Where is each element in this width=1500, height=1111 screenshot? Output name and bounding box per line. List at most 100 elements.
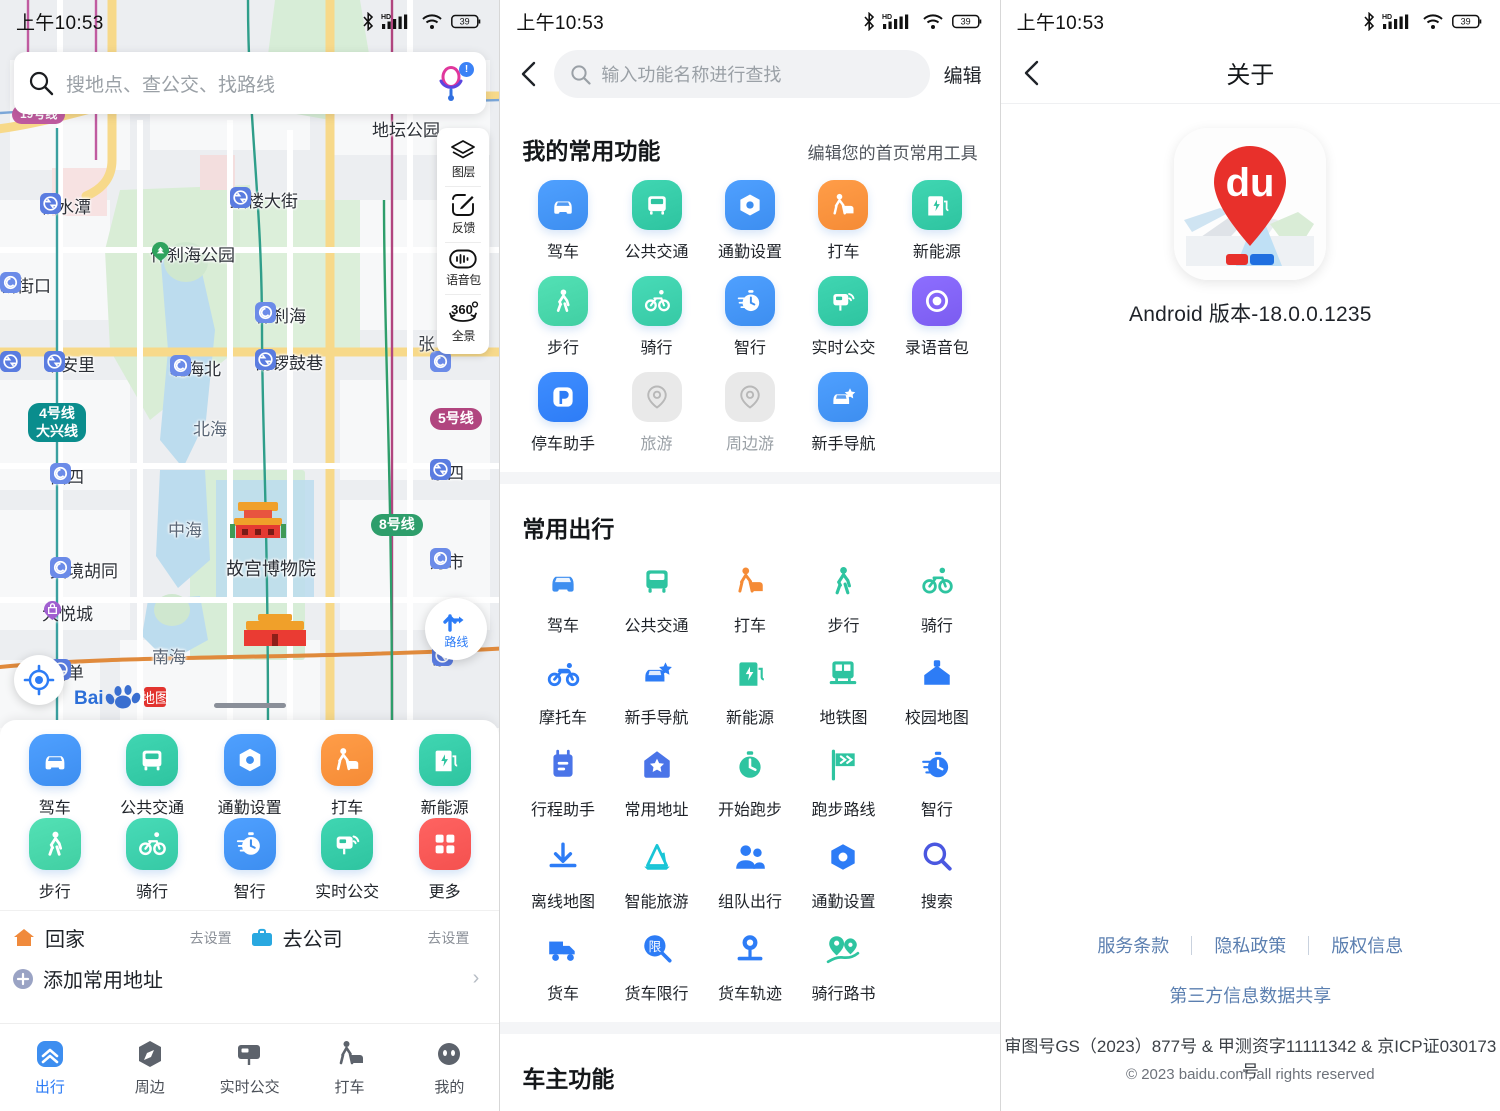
map-tool-layers[interactable]: 图层	[437, 132, 489, 186]
map-label-dongsi[interactable]: 东四	[430, 459, 464, 484]
function-item-7[interactable]: 新能源	[703, 650, 796, 728]
metro-line-badge-8[interactable]: 8号线	[371, 514, 423, 536]
address-company[interactable]: 去公司 去设置	[250, 923, 488, 952]
quick-action-8[interactable]: 实时公交	[298, 818, 395, 902]
quick-action-5[interactable]: 步行	[6, 818, 103, 902]
quick-action-2[interactable]: 通勤设置	[201, 734, 298, 818]
function-item-8[interactable]: 地铁图	[797, 650, 890, 728]
function-item-7[interactable]: 智行	[703, 276, 796, 358]
map-label-pinganli[interactable]: 平安里	[44, 351, 95, 376]
map-label-gulou-dajie[interactable]: 鼓楼大街	[230, 187, 298, 212]
forbidden-city-poi-icon[interactable]	[228, 494, 288, 544]
edit-button[interactable]: 编辑	[944, 61, 982, 88]
map-label-nanluoguxiang[interactable]: 南锣鼓巷	[255, 349, 323, 374]
add-address-row[interactable]: 添加常用地址 ›	[0, 960, 499, 1003]
locate-button[interactable]	[14, 655, 64, 705]
route-button[interactable]: 路线	[425, 598, 488, 660]
function-item-4[interactable]: 骑行	[890, 558, 983, 636]
function-item-3[interactable]: 步行	[797, 558, 890, 636]
metro-line-badge-4[interactable]: 4号线 大兴线	[28, 403, 86, 442]
voice-mic-button[interactable]: !	[432, 62, 474, 103]
quick-action-9[interactable]: 更多	[396, 818, 493, 902]
map-label-lingjinghutong[interactable]: 灵境胡同	[50, 557, 118, 582]
map-tool-voice-package[interactable]: 语音包	[437, 242, 489, 294]
function-item-20[interactable]: 货车	[516, 926, 609, 1004]
section-divider	[500, 1022, 1000, 1034]
map-label-ditan-park[interactable]: 地坛公园	[372, 116, 440, 141]
address-home-action[interactable]: 去设置	[190, 928, 250, 948]
map-label-zhonghai[interactable]: 中海	[168, 516, 202, 541]
function-item-0[interactable]: 驾车	[516, 180, 609, 262]
function-item-23[interactable]: 骑行路书	[797, 926, 890, 1004]
function-item-16[interactable]: 智能旅游	[610, 834, 703, 912]
map-tool-panorama[interactable]: 360 全景	[437, 294, 489, 350]
function-item-2[interactable]: 通勤设置	[703, 180, 796, 262]
quick-action-1[interactable]: 公共交通	[103, 734, 200, 818]
function-item-11[interactable]: 常用地址	[610, 742, 703, 820]
function-item-3[interactable]: 打车	[797, 180, 890, 262]
map-label-shichahai-park[interactable]: 什刹海公园	[150, 241, 235, 266]
function-item-13[interactable]: 新手导航	[797, 372, 890, 454]
function-item-22[interactable]: 货车轨迹	[703, 926, 796, 1004]
function-item-4[interactable]: 新能源	[890, 180, 983, 262]
function-item-0[interactable]: 驾车	[516, 558, 609, 636]
map-label-xisi[interactable]: 西四	[50, 463, 84, 488]
map-label-palace-museum[interactable]: 故宫博物院	[226, 555, 316, 581]
tab-travel[interactable]: 出行	[0, 1038, 100, 1097]
chevron-left-icon[interactable]	[518, 60, 540, 88]
function-item-2[interactable]: 打车	[703, 558, 796, 636]
map-label-jishuitan[interactable]: 积水潭	[40, 193, 91, 218]
link-terms-of-service[interactable]: 服务条款	[1075, 932, 1191, 958]
tab-nearby[interactable]: 周边	[100, 1038, 200, 1097]
function-item-8[interactable]: 实时公交	[797, 276, 890, 358]
function-search-input[interactable]: 输入功能名称进行查找	[554, 50, 930, 98]
quick-action-0[interactable]: 驾车	[6, 734, 103, 818]
function-item-17[interactable]: 组队出行	[703, 834, 796, 912]
link-third-party-sharing[interactable]: 第三方信息数据共享	[1001, 982, 1500, 1008]
map-label-joy-city[interactable]: 大悦城	[42, 600, 93, 625]
map-sheet-grabber[interactable]	[213, 703, 286, 708]
function-item-6[interactable]: 新手导航	[610, 650, 703, 728]
map-label-dengshi[interactable]: 灯市	[430, 548, 464, 573]
function-item-18[interactable]: 通勤设置	[797, 834, 890, 912]
link-privacy-policy[interactable]: 隐私政策	[1192, 932, 1308, 958]
function-item-14[interactable]: 智行	[890, 742, 983, 820]
tab-taxi[interactable]: 打车	[300, 1038, 400, 1097]
tab-profile[interactable]: 我的	[399, 1038, 499, 1097]
function-item-12[interactable]: 开始跑步	[703, 742, 796, 820]
map-search-bar[interactable]: 搜地点、查公交、找路线 !	[14, 52, 486, 114]
function-item-5[interactable]: 摩托车	[516, 650, 609, 728]
function-item-11[interactable]: 旅游	[610, 372, 703, 454]
map-label-xinjiekou[interactable]: 新街口	[0, 272, 51, 297]
function-item-10[interactable]: 停车助手	[516, 372, 609, 454]
map-label-zhang[interactable]: 张	[418, 330, 435, 355]
function-item-1[interactable]: 公共交通	[610, 558, 703, 636]
map-label-shichahai[interactable]: 什刹海	[255, 302, 306, 327]
address-home[interactable]: 回家 去设置	[12, 923, 250, 952]
tiananmen-poi-icon[interactable]	[240, 612, 310, 650]
function-item-12[interactable]: 周边游	[703, 372, 796, 454]
function-item-10[interactable]: 行程助手	[516, 742, 609, 820]
function-item-5[interactable]: 步行	[516, 276, 609, 358]
map-label-nanhai[interactable]: 南海	[152, 643, 186, 668]
quick-action-3[interactable]: 打车	[298, 734, 395, 818]
function-item-21[interactable]: 限货车限行	[610, 926, 703, 1004]
function-item-9[interactable]: 录语音包	[890, 276, 983, 358]
function-item-9[interactable]: 校园地图	[890, 650, 983, 728]
function-item-19[interactable]: 搜索	[890, 834, 983, 912]
chevron-left-icon[interactable]	[1021, 59, 1043, 87]
map-label-beihaibei[interactable]: 北海北	[170, 355, 221, 380]
tab-realtime-bus[interactable]: 实时公交	[200, 1038, 300, 1097]
function-item-15[interactable]: 离线地图	[516, 834, 609, 912]
metro-line-badge-5[interactable]: 5号线	[430, 408, 482, 430]
function-item-13[interactable]: 跑步路线	[797, 742, 890, 820]
address-company-action[interactable]: 去设置	[427, 928, 487, 948]
quick-action-7[interactable]: 智行	[201, 818, 298, 902]
quick-action-6[interactable]: 骑行	[103, 818, 200, 902]
link-copyright-info[interactable]: 版权信息	[1309, 932, 1425, 958]
function-item-1[interactable]: 公共交通	[610, 180, 703, 262]
function-item-6[interactable]: 骑行	[610, 276, 703, 358]
quick-action-4[interactable]: 新能源	[396, 734, 493, 818]
map-tool-feedback[interactable]: 反馈	[437, 186, 489, 242]
map-label-beihai[interactable]: 北海	[193, 415, 227, 440]
